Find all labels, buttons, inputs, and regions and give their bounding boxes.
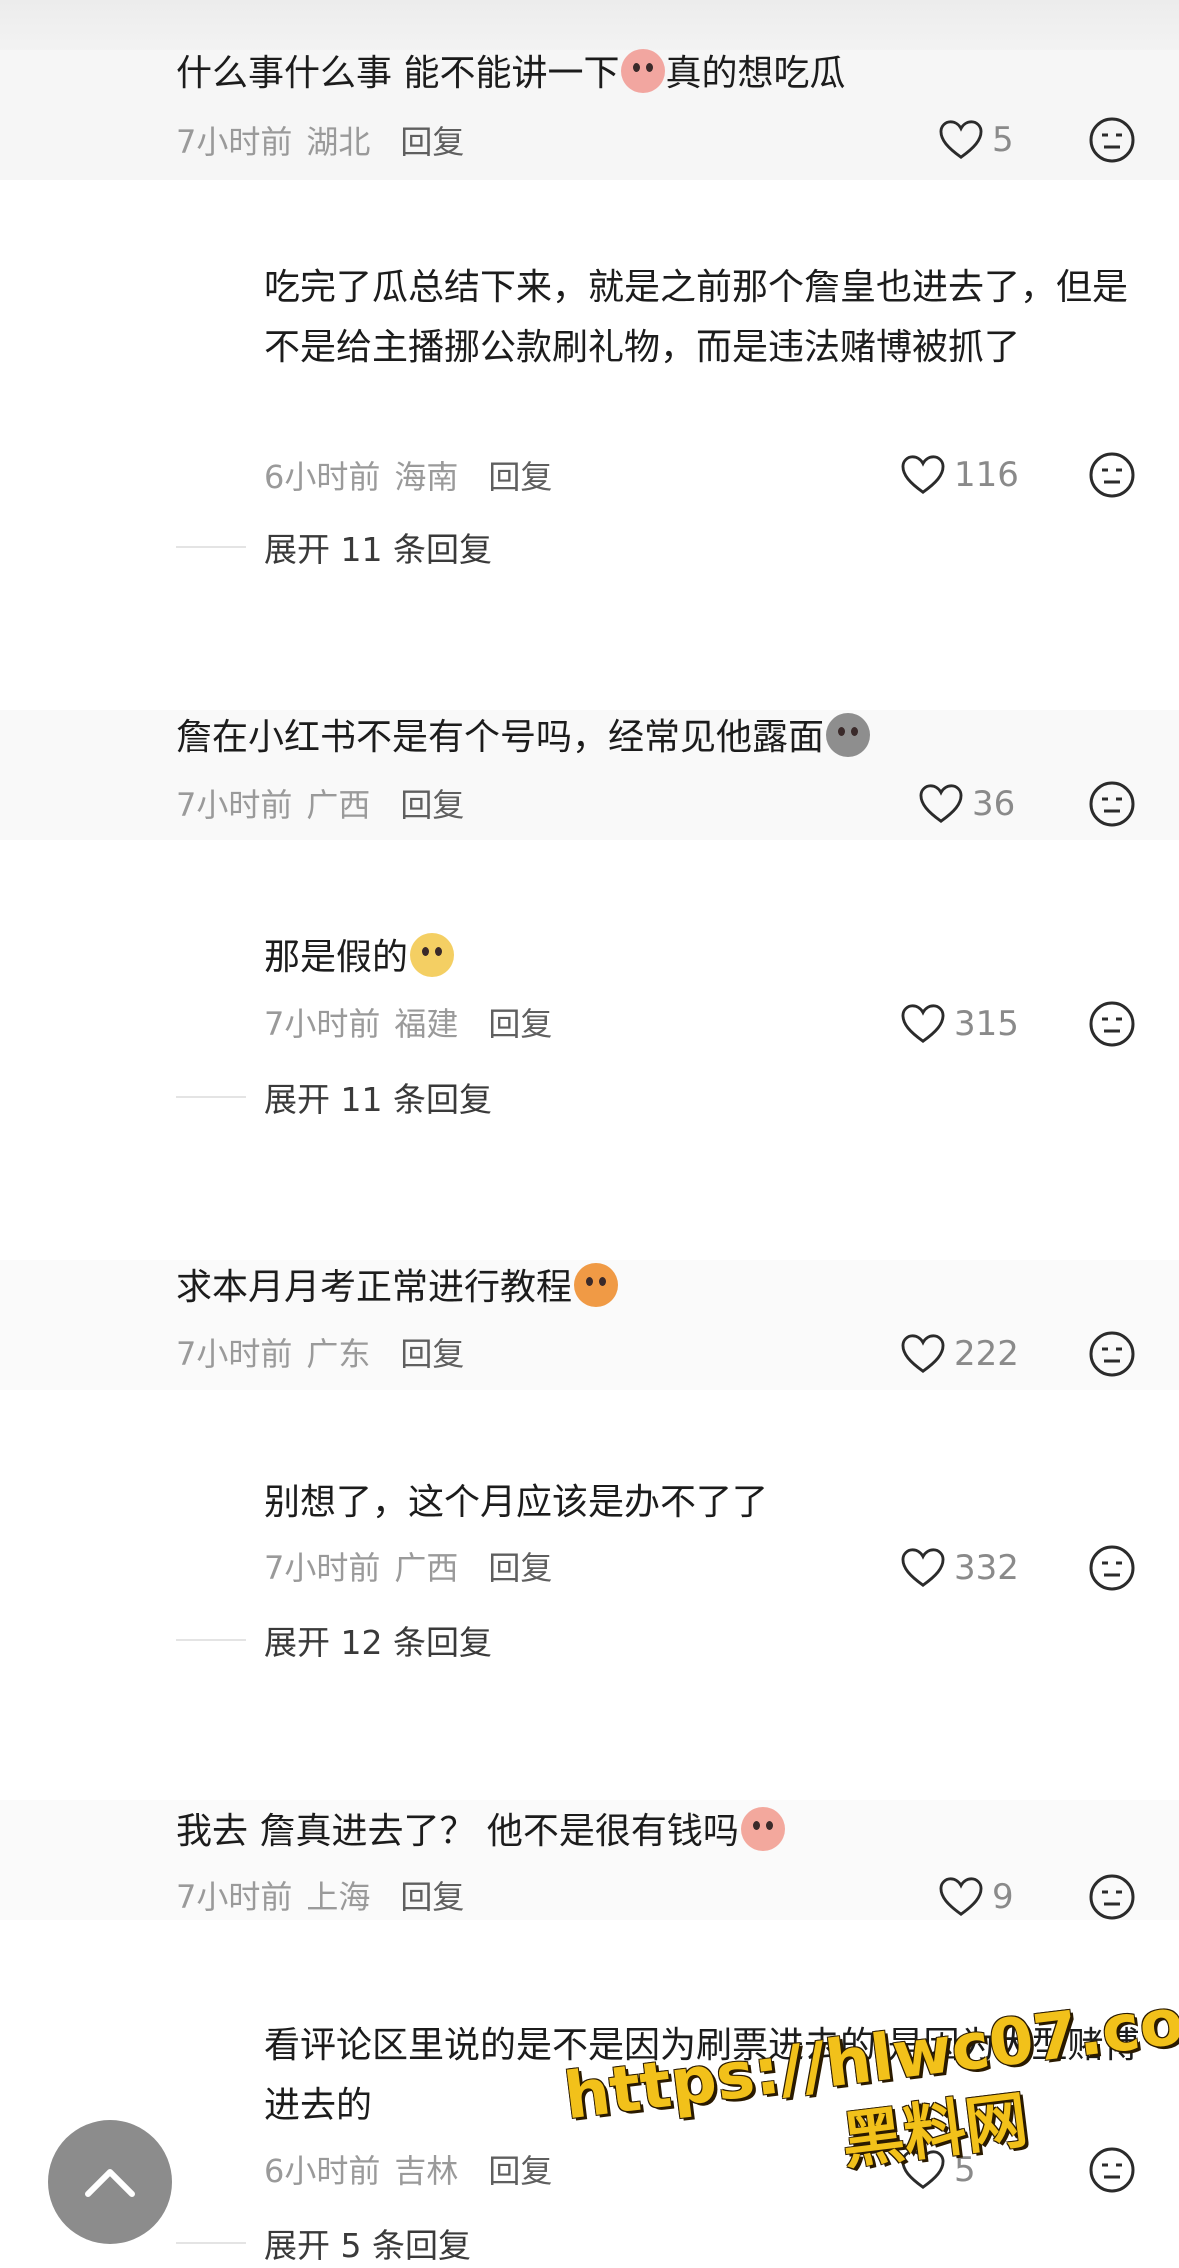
reply-button[interactable]: 回复: [400, 780, 464, 826]
watermelon-shocked-emoji: [621, 49, 666, 93]
reply-button[interactable]: 回复: [400, 1872, 464, 1918]
heart-outline-icon: [901, 1548, 945, 1587]
expand-replies-label: 展开 11 条回复: [264, 1080, 492, 1119]
reply-button[interactable]: 回复: [400, 117, 464, 163]
comment-time: 7小时前: [264, 1549, 381, 1587]
comment-meta: 7小时前 广西 回复: [264, 1541, 552, 1591]
like-count: 332: [954, 1548, 1019, 1588]
comment-time: 7小时前: [176, 786, 293, 824]
chevron-up-icon: [85, 2169, 135, 2197]
comment-location: 湖北: [306, 123, 371, 161]
comment-time: 7小时前: [264, 1005, 381, 1043]
comment-location: 广西: [394, 1549, 459, 1587]
comment-time: 6小时前: [264, 458, 381, 496]
comment-time: 7小时前: [176, 123, 293, 161]
comment-text: 什么事什么事 能不能讲一下 真的想吃瓜: [176, 44, 1076, 104]
sweating-face-emoji: [740, 1807, 785, 1851]
expand-replies-button[interactable]: 展开 5 条回复: [176, 2218, 471, 2268]
comment-location: 广西: [306, 786, 371, 824]
comment-location: 上海: [306, 1878, 371, 1916]
neutral-face-icon[interactable]: [1088, 2146, 1136, 2194]
confused-face-emoji: [410, 933, 455, 977]
comment-text: 詹在小红书不是有个号吗，经常见他露面: [176, 708, 1076, 768]
neutral-face-icon[interactable]: [1088, 451, 1136, 499]
comment-location: 海南: [394, 458, 459, 496]
comment-location: 广东: [306, 1335, 371, 1373]
divider-line: [176, 2242, 246, 2244]
comment-time: 7小时前: [176, 1878, 293, 1916]
watermark: https://hlwc07.com 黑料网: [560, 1974, 1179, 2213]
neutral-face-icon[interactable]: [1088, 1873, 1136, 1921]
like-button[interactable]: 9: [938, 1872, 1014, 1922]
cool-face-emoji: [826, 713, 871, 757]
heart-outline-icon: [901, 1004, 945, 1043]
comment-time: 7小时前: [176, 1335, 293, 1373]
like-count: 5: [992, 120, 1014, 160]
heart-outline-icon: [939, 1877, 983, 1916]
heart-outline-icon: [939, 120, 983, 159]
comment-meta: 7小时前 上海 回复: [176, 1870, 464, 1920]
heart-outline-icon: [901, 1334, 945, 1373]
reply-button[interactable]: 回复: [488, 2146, 552, 2192]
comment-location: 福建: [394, 1005, 459, 1043]
expand-replies-button[interactable]: 展开 11 条回复: [176, 522, 492, 572]
divider-line: [176, 1096, 246, 1098]
reply-button[interactable]: 回复: [488, 452, 552, 498]
like-button[interactable]: 36: [918, 779, 1015, 829]
expand-replies-button[interactable]: 展开 11 条回复: [176, 1072, 492, 1122]
neutral-face-icon[interactable]: [1088, 1544, 1136, 1592]
expand-replies-label: 展开 5 条回复: [264, 2226, 471, 2265]
neutral-face-icon[interactable]: [1088, 1000, 1136, 1048]
like-button[interactable]: 116: [900, 450, 1019, 500]
expand-replies-label: 展开 12 条回复: [264, 1623, 492, 1662]
neutral-face-icon[interactable]: [1088, 1330, 1136, 1378]
like-count: 9: [992, 1877, 1014, 1917]
comment-location: 吉林: [394, 2152, 459, 2190]
expand-replies-label: 展开 11 条回复: [264, 530, 492, 569]
comment-text: 我去 詹真进去了？ 他不是很有钱吗: [176, 1802, 1076, 1862]
comment-text: 别想了，这个月应该是办不了了: [264, 1482, 769, 1523]
expand-replies-button[interactable]: 展开 12 条回复: [176, 1615, 492, 1665]
comment-meta: 7小时前 福建 回复: [264, 997, 552, 1047]
divider-line: [176, 1639, 246, 1641]
like-button[interactable]: 5: [938, 115, 1014, 165]
neutral-face-icon[interactable]: [1088, 116, 1136, 164]
heart-outline-icon: [901, 455, 945, 494]
divider-line: [176, 546, 246, 548]
scroll-top-button[interactable]: [48, 2120, 172, 2244]
like-button[interactable]: 332: [900, 1543, 1019, 1593]
comment-text: 那是假的: [264, 928, 1144, 988]
reply-button[interactable]: 回复: [488, 1543, 552, 1589]
comment-text: 吃完了瓜总结下来，就是之前那个詹皇也进去了，但是不是给主播挪公款刷礼物，而是违法…: [264, 267, 1129, 368]
like-button[interactable]: 222: [900, 1329, 1019, 1379]
comment-time: 6小时前: [264, 2152, 381, 2190]
like-count: 116: [954, 455, 1019, 495]
like-count: 315: [954, 1004, 1019, 1044]
like-count: 222: [954, 1334, 1019, 1374]
comment-meta: 7小时前 湖北 回复: [176, 115, 464, 165]
comment-meta: 6小时前 海南 回复: [264, 450, 552, 500]
reply-button[interactable]: 回复: [400, 1329, 464, 1375]
neutral-face-icon[interactable]: [1088, 780, 1136, 828]
heart-outline-icon: [919, 784, 963, 823]
comment-text: 求本月月考正常进行教程: [176, 1258, 1076, 1318]
like-button[interactable]: 315: [900, 999, 1019, 1049]
reply-button[interactable]: 回复: [488, 999, 552, 1045]
crying-cat-emoji: [574, 1263, 619, 1307]
comment-meta: 7小时前 广西 回复: [176, 778, 464, 828]
comment-meta: 6小时前 吉林 回复: [264, 2144, 552, 2194]
like-count: 36: [972, 784, 1016, 824]
comment-meta: 7小时前 广东 回复: [176, 1327, 464, 1377]
